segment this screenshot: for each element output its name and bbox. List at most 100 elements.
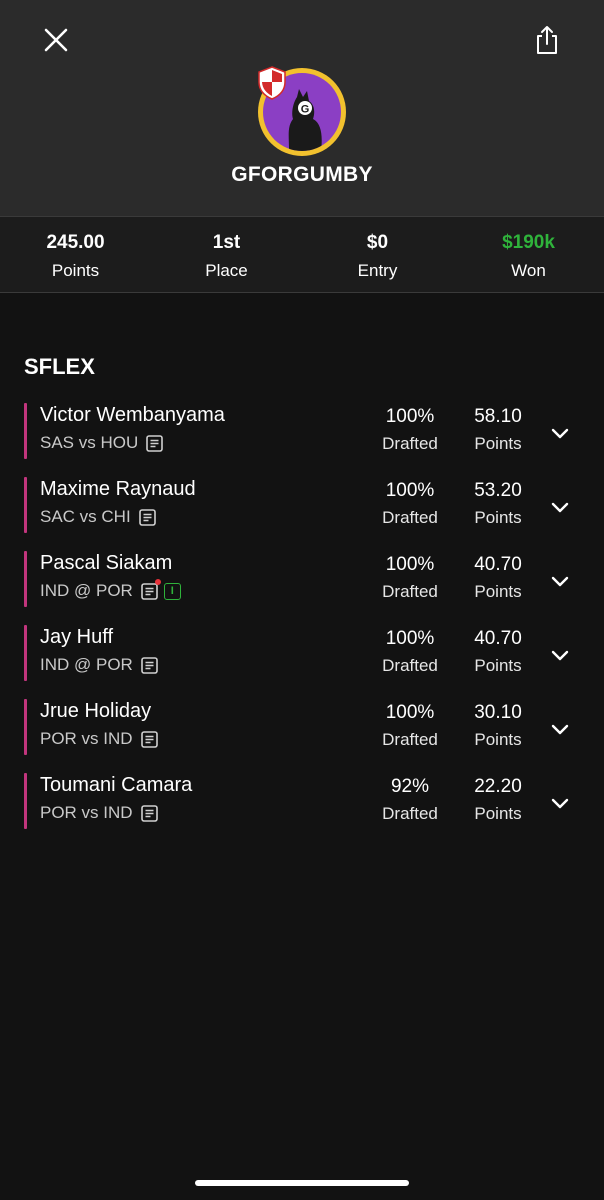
stat-won: $190k Won [453,217,604,292]
avatar: G [258,66,346,156]
stat-label: Points [51,261,100,280]
stat-value: $190k [502,232,555,253]
drafted-label: Drafted [382,730,438,749]
player-row[interactable]: Pascal Siakam IND @ POR I 100% Drafted 4… [24,549,584,623]
points-label: Points [474,730,522,749]
player-points: 40.70 [474,628,522,649]
close-button[interactable] [36,20,76,60]
status-badge[interactable]: I [163,582,181,600]
drafted-column: 100% Drafted [370,554,450,602]
share-icon [537,26,557,54]
player-matchup: IND @ POR I [40,578,181,601]
player-row[interactable]: Maxime Raynaud SAC vs CHI 100% Drafted 5… [24,475,584,549]
profile-header: G GFORGUMBY [0,0,604,216]
expand-button[interactable] [550,571,570,591]
stat-value: 1st [212,232,241,253]
username: GFORGUMBY [231,163,373,186]
player-name: Maxime Raynaud [40,478,196,500]
player-matchup: SAC vs CHI [40,507,156,527]
drafted-column: 92% Drafted [370,776,450,824]
avatar-letter: G [301,104,310,116]
chevron-down-icon [551,724,569,734]
stat-value: $0 [366,232,389,253]
news-icon[interactable] [141,578,161,600]
player-points: 22.20 [474,776,522,797]
matchup-text: IND @ POR [40,655,133,674]
expand-button[interactable] [550,645,570,665]
row-accent [24,551,27,607]
points-column: 53.20 Points [458,480,538,528]
news-icon[interactable] [140,730,158,748]
row-accent [24,625,27,681]
points-column: 22.20 Points [458,776,538,824]
player-row[interactable]: Victor Wembanyama SAS vs HOU 100% Drafte… [24,401,584,475]
player-matchup: POR vs IND [40,803,158,823]
home-indicator[interactable] [195,1180,409,1186]
section-title: SFLEX [24,354,95,379]
stat-label: Place [205,261,248,280]
expand-button[interactable] [550,423,570,443]
stat-entry: $0 Entry [302,217,453,292]
drafted-column: 100% Drafted [370,406,450,454]
chevron-down-icon [551,576,569,586]
expand-button[interactable] [550,719,570,739]
stat-label: Entry [357,261,398,280]
chevron-down-icon [551,502,569,512]
matchup-text: SAS vs HOU [40,433,139,452]
news-icon[interactable] [141,656,158,674]
close-icon [44,28,68,52]
drafted-column: 100% Drafted [370,702,450,750]
player-name: Toumani Camara [40,774,193,796]
drafted-pct: 100% [385,406,435,427]
player-matchup: IND @ POR [40,655,158,675]
news-icon[interactable] [138,508,156,526]
drafted-pct: 100% [385,554,435,575]
points-column: 58.10 Points [458,406,538,454]
news-icon[interactable] [140,804,158,822]
player-row[interactable]: Jrue Holiday POR vs IND 100% Drafted 30.… [24,697,584,771]
drafted-label: Drafted [382,804,438,823]
news-icon[interactable] [146,434,164,452]
player-list: Victor Wembanyama SAS vs HOU 100% Drafte… [24,401,584,845]
points-label: Points [474,508,522,527]
new-news-dot [154,578,161,585]
drafted-label: Drafted [382,656,438,675]
matchup-text: IND @ POR [40,581,133,600]
player-name: Jay Huff [40,626,113,648]
drafted-pct: 100% [385,628,435,649]
player-points: 53.20 [474,480,522,501]
points-label: Points [474,804,522,823]
matchup-text: POR vs IND [40,729,133,748]
drafted-label: Drafted [382,582,438,601]
player-matchup: POR vs IND [40,729,158,749]
chevron-down-icon [551,428,569,438]
player-points: 40.70 [474,554,522,575]
drafted-pct: 92% [390,776,430,797]
row-accent [24,699,27,755]
player-matchup: SAS vs HOU [40,433,164,453]
drafted-pct: 100% [385,480,435,501]
chevron-down-icon [551,650,569,660]
points-column: 40.70 Points [458,554,538,602]
drafted-pct: 100% [385,702,435,723]
points-column: 40.70 Points [458,628,538,676]
row-accent [24,773,27,829]
chevron-down-icon [551,798,569,808]
player-name: Jrue Holiday [40,700,152,722]
drafted-column: 100% Drafted [370,480,450,528]
matchup-text: SAC vs CHI [40,507,131,526]
player-row[interactable]: Jay Huff IND @ POR 100% Drafted 40.70 Po… [24,623,584,697]
shield-badge-icon [258,66,286,100]
player-row[interactable]: Toumani Camara POR vs IND 92% Drafted 22… [24,771,584,845]
drafted-label: Drafted [382,508,438,527]
row-accent [24,477,27,533]
stats-bar: 245.00 Points 1st Place $0 Entry $190k W… [0,216,604,293]
share-button[interactable] [527,20,567,60]
player-name: Pascal Siakam [40,552,173,574]
expand-button[interactable] [550,497,570,517]
expand-button[interactable] [550,793,570,813]
stat-label: Won [511,261,546,280]
player-points: 30.10 [474,702,522,723]
points-label: Points [474,656,522,675]
matchup-text: POR vs IND [40,803,133,822]
